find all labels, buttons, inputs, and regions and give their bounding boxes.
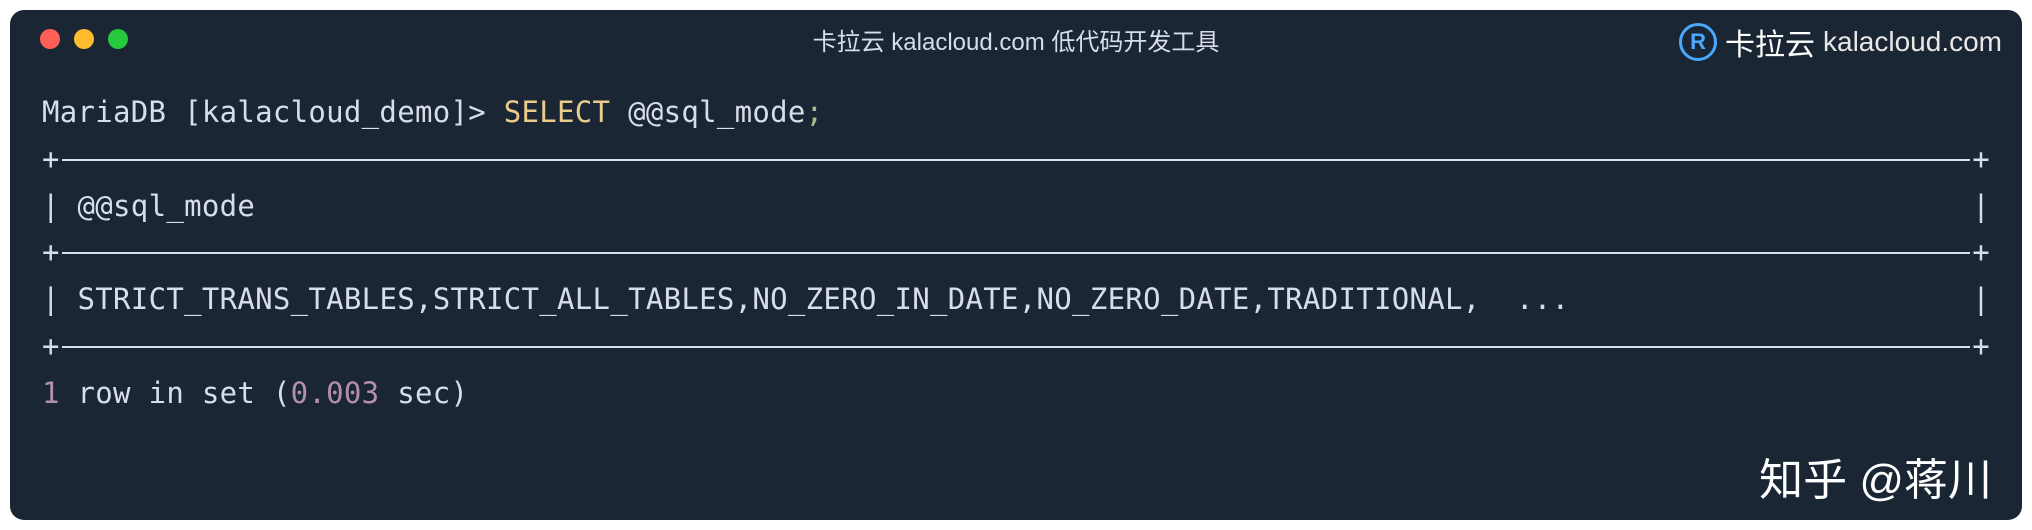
brand-domain: kalacloud.com — [1823, 26, 2002, 58]
brand-watermark: R 卡拉云 kalacloud.com — [1679, 20, 2002, 64]
brand-logo-icon: R — [1679, 23, 1717, 61]
result-count: 1 — [42, 376, 60, 410]
terminal-window: 卡拉云 kalacloud.com 低代码开发工具 R 卡拉云 kalaclou… — [10, 10, 2022, 520]
table-header: @@sql_mode — [78, 189, 256, 223]
titlebar: 卡拉云 kalacloud.com 低代码开发工具 R 卡拉云 kalaclou… — [10, 10, 2022, 68]
table-border-mid: ++ — [42, 233, 1990, 273]
sql-keyword: SELECT — [504, 95, 611, 129]
result-line: 1 row in set (0.003 sec) — [42, 367, 1990, 421]
sql-arg: @@sql_mode — [610, 95, 805, 129]
brand-name: 卡拉云 — [1725, 20, 1815, 64]
table-header-row: | @@sql_mode| — [42, 180, 1990, 234]
maximize-icon[interactable] — [108, 29, 128, 49]
terminal-body: MariaDB [kalacloud_demo]> SELECT @@sql_m… — [10, 68, 2022, 421]
window-title: 卡拉云 kalacloud.com 低代码开发工具 — [813, 22, 1220, 57]
prompt-prefix: MariaDB [kalacloud_demo]> — [42, 95, 504, 129]
table-border-bottom: ++ — [42, 327, 1990, 367]
zhihu-watermark: 知乎 @蒋川 — [1759, 444, 1992, 508]
sql-semicolon: ; — [806, 95, 824, 129]
table-value: STRICT_TRANS_TABLES,STRICT_ALL_TABLES,NO… — [78, 282, 1570, 316]
result-mid: row in set ( — [60, 376, 291, 410]
result-time: 0.003 — [291, 376, 380, 410]
table-border-top: ++ — [42, 140, 1990, 180]
traffic-lights — [40, 29, 128, 49]
table-data-row: | STRICT_TRANS_TABLES,STRICT_ALL_TABLES,… — [42, 273, 1990, 327]
minimize-icon[interactable] — [74, 29, 94, 49]
brand-logo-letter: R — [1690, 29, 1706, 55]
prompt-line: MariaDB [kalacloud_demo]> SELECT @@sql_m… — [42, 86, 1990, 140]
close-icon[interactable] — [40, 29, 60, 49]
result-tail: sec) — [379, 376, 468, 410]
